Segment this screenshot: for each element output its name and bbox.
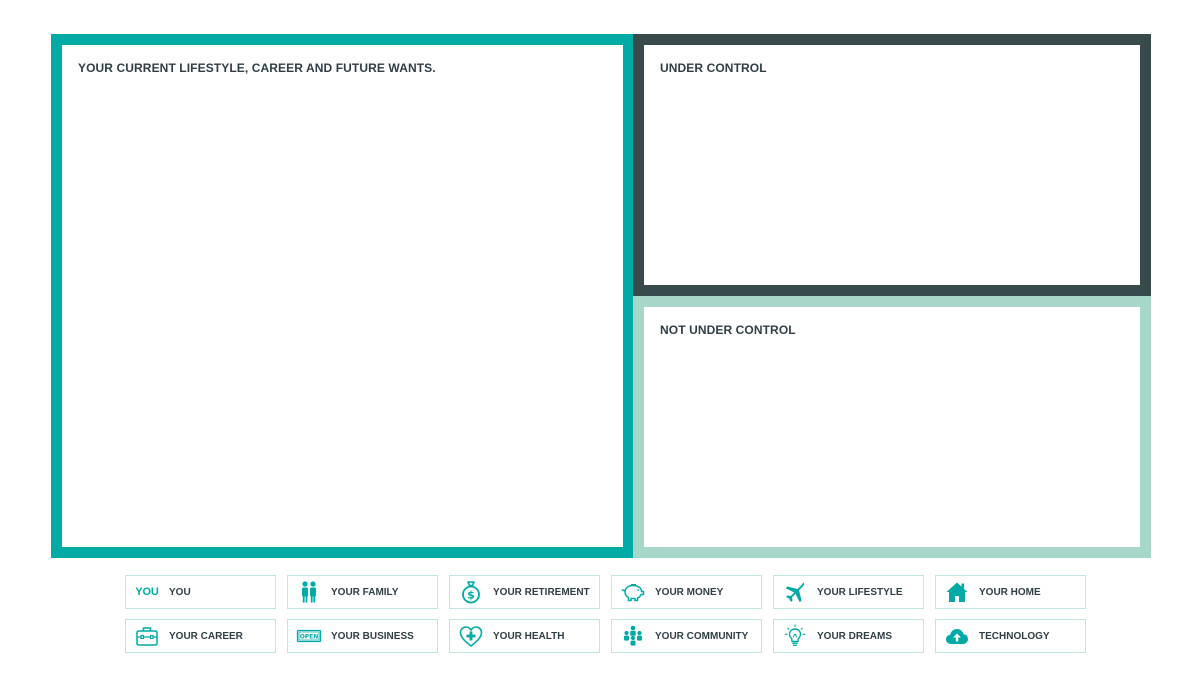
category-label: YOUR RETIREMENT bbox=[493, 586, 590, 598]
panel-title: YOUR CURRENT LIFESTYLE, CAREER AND FUTUR… bbox=[78, 61, 436, 75]
under-control-panel[interactable]: UNDER CONTROL bbox=[633, 34, 1151, 296]
category-label: YOUR FAMILY bbox=[331, 586, 399, 598]
cloud-upload-icon bbox=[943, 622, 971, 650]
category-card-community[interactable]: YOUR COMMUNITY bbox=[611, 619, 762, 653]
not-under-control-panel[interactable]: NOT UNDER CONTROL bbox=[633, 296, 1151, 558]
lightbulb-icon bbox=[781, 622, 809, 650]
category-card-health[interactable]: YOUR HEALTH bbox=[449, 619, 600, 653]
svg-text:$: $ bbox=[467, 589, 475, 602]
category-card-family[interactable]: YOUR FAMILY bbox=[287, 575, 438, 609]
panel-title: NOT UNDER CONTROL bbox=[660, 323, 796, 337]
lifestyle-career-wants-panel[interactable]: YOUR CURRENT LIFESTYLE, CAREER AND FUTUR… bbox=[51, 34, 634, 558]
category-card-retirement[interactable]: $ YOUR RETIREMENT bbox=[449, 575, 600, 609]
house-icon bbox=[943, 578, 971, 606]
heart-plus-icon bbox=[457, 622, 485, 650]
family-icon bbox=[295, 578, 323, 606]
you-text-icon: YOU bbox=[135, 586, 159, 598]
category-card-business[interactable]: OPEN YOUR BUSINESS bbox=[287, 619, 438, 653]
category-label: TECHNOLOGY bbox=[979, 630, 1050, 642]
category-label: YOU bbox=[169, 586, 191, 598]
piggy-bank-icon bbox=[619, 578, 647, 606]
category-label: YOUR CAREER bbox=[169, 630, 243, 642]
category-card-home[interactable]: YOUR HOME bbox=[935, 575, 1086, 609]
category-label: YOUR HEALTH bbox=[493, 630, 565, 642]
svg-text:OPEN: OPEN bbox=[300, 634, 319, 641]
category-card-you[interactable]: YOU YOU bbox=[125, 575, 276, 609]
category-label: YOUR COMMUNITY bbox=[655, 630, 749, 642]
community-icon bbox=[619, 622, 647, 650]
category-card-money[interactable]: YOUR MONEY bbox=[611, 575, 762, 609]
category-card-career[interactable]: YOUR CAREER bbox=[125, 619, 276, 653]
airplane-icon bbox=[781, 578, 809, 606]
category-label: YOUR HOME bbox=[979, 586, 1041, 598]
category-label: YOUR BUSINESS bbox=[331, 630, 414, 642]
open-sign-icon: OPEN bbox=[295, 622, 323, 650]
category-label: YOUR MONEY bbox=[655, 586, 724, 598]
category-card-lifestyle[interactable]: YOUR LIFESTYLE bbox=[773, 575, 924, 609]
panel-title: UNDER CONTROL bbox=[660, 61, 767, 75]
category-card-technology[interactable]: TECHNOLOGY bbox=[935, 619, 1086, 653]
briefcase-icon bbox=[133, 622, 161, 650]
money-bag-icon: $ bbox=[457, 578, 485, 606]
category-label: YOUR DREAMS bbox=[817, 630, 893, 642]
category-card-dreams[interactable]: YOUR DREAMS bbox=[773, 619, 924, 653]
category-label: YOUR LIFESTYLE bbox=[817, 586, 903, 598]
